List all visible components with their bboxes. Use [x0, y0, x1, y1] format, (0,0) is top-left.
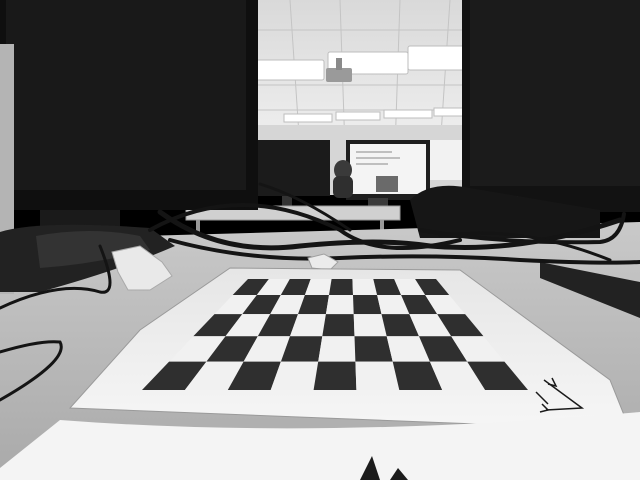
checkerboard-square — [355, 361, 400, 390]
checkerboard-square — [325, 295, 354, 315]
monitor-screen — [470, 0, 640, 186]
checkerboard-square — [352, 279, 378, 295]
checkerboard-square — [353, 314, 387, 337]
ceiling-light — [383, 109, 433, 119]
ceiling-light — [433, 107, 465, 117]
checkerboard-square — [329, 279, 353, 295]
monitor-screen — [6, 0, 246, 190]
checkerboard-square — [322, 314, 355, 337]
ceiling-light — [283, 113, 333, 123]
checkerboard-square — [318, 336, 356, 362]
checkerboard-square — [354, 336, 393, 362]
checkerboard-square — [353, 295, 382, 315]
ceiling-light — [255, 59, 325, 81]
ceiling-projector — [326, 68, 352, 82]
photo-scene — [0, 0, 640, 480]
ceiling-light — [335, 111, 381, 121]
checkerboard-square — [313, 361, 357, 390]
